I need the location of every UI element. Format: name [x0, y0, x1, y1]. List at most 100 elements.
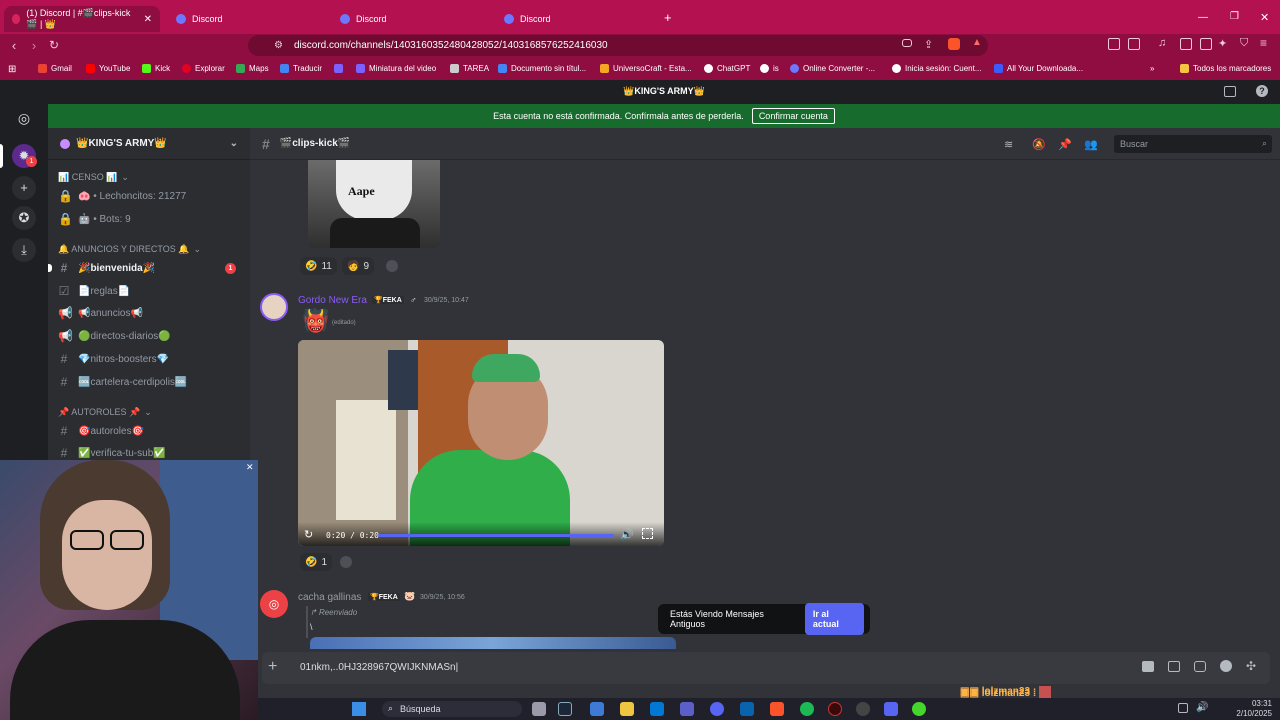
file-explorer-icon[interactable]	[620, 702, 634, 716]
site-info-icon[interactable]: ⚙	[274, 35, 283, 56]
tab-discord-3[interactable]: Discord	[332, 6, 492, 32]
bookmark-documento[interactable]: Documento sin títul...	[498, 64, 586, 73]
channel-autoroles[interactable]: # 🎯autoroles🎯	[58, 421, 242, 441]
brave-taskbar-icon[interactable]	[770, 702, 784, 716]
close-window-button[interactable]: ✕	[1260, 11, 1269, 24]
download-icon[interactable]: ⤓	[12, 238, 36, 262]
pin-icon[interactable]: 📌	[1058, 138, 1072, 151]
search-input[interactable]: Buscar ⌕	[1114, 135, 1272, 153]
bookmark-universocraft[interactable]: UniversoCraft - Esta...	[600, 64, 692, 73]
reaction-face[interactable]: 🧑 9	[342, 257, 375, 275]
threads-icon[interactable]: ≋	[1004, 138, 1016, 151]
bookmark-youtube[interactable]: YouTube	[86, 64, 130, 73]
bookmarks-folder[interactable]: Todos los marcadores	[1180, 64, 1271, 73]
brave-shield-icon[interactable]	[948, 38, 960, 50]
teams-icon[interactable]	[680, 702, 694, 716]
fullscreen-icon[interactable]	[642, 528, 653, 539]
windows-start-icon[interactable]	[352, 702, 366, 716]
bookmark-traducir[interactable]: Traducir	[280, 64, 322, 73]
explore-compass-icon[interactable]: ✪	[12, 206, 36, 230]
confirm-account-button[interactable]: Confirmar cuenta	[751, 108, 835, 124]
sticker-icon[interactable]	[1194, 661, 1206, 672]
bookmark-chatgpt[interactable]: ChatGPT	[704, 64, 750, 73]
channel-directos-diarios[interactable]: 📢 🟢directos-diarios🟢	[58, 326, 242, 346]
reaction-laugh[interactable]: 🤣 11	[300, 257, 337, 275]
extensions-icon[interactable]	[1108, 38, 1120, 50]
discord-home-icon[interactable]: ◎	[12, 106, 36, 130]
category-censo[interactable]: 📊 CENSO 📊 ⌄	[58, 172, 129, 183]
channel-lechoncitos[interactable]: 🔒 🐽 • Lechoncitos: 21277	[58, 186, 242, 206]
chevron-down-icon[interactable]: ⌄	[230, 138, 238, 149]
chrome-icon[interactable]	[856, 702, 870, 716]
reload-icon[interactable]: ↻	[46, 38, 62, 52]
gif-icon[interactable]	[1168, 661, 1180, 672]
clock[interactable]: 03:31 2/10/2025	[1230, 699, 1272, 719]
bookmark-explorar[interactable]: Explorar	[182, 64, 225, 73]
channel-bienvenida[interactable]: # 🎉bienvenida🎉 1	[58, 258, 242, 278]
forwarded-image[interactable]	[310, 637, 676, 649]
bookmark-kick[interactable]: Kick	[142, 64, 170, 73]
vpn-icon[interactable]: ⛉	[1240, 37, 1248, 50]
store-icon[interactable]	[650, 702, 664, 716]
category-anuncios[interactable]: 🔔 ANUNCIOS Y DIRECTOS 🔔 ⌄	[58, 244, 201, 255]
obs-icon[interactable]	[828, 702, 842, 716]
video-player[interactable]: ↻ 0:20 / 0:20 🔊	[298, 340, 664, 546]
share-icon[interactable]: ⇪	[924, 38, 933, 51]
close-tab-icon[interactable]: ✕	[144, 14, 152, 25]
screenshot-icon[interactable]	[1128, 38, 1140, 50]
bookmark-all-your-downloads[interactable]: All Your Downloada...	[994, 64, 1083, 73]
menu-icon[interactable]: ≡	[1260, 36, 1267, 50]
copilot-icon[interactable]	[590, 702, 604, 716]
volume-tray-icon[interactable]: 🔊	[1196, 702, 1208, 713]
replay-icon[interactable]: ↻	[304, 528, 313, 541]
tab-discord-active[interactable]: (1) Discord | #🎬clips-kick🎬 | 👑 ✕	[4, 6, 160, 32]
channel-bots[interactable]: 🔒 🤖 • Bots: 9	[58, 209, 242, 229]
maximize-button[interactable]: ❐	[1230, 11, 1239, 22]
outlook-icon[interactable]	[740, 702, 754, 716]
bookmark-inicia-sesion[interactable]: Inicia sesión: Cuent...	[892, 64, 981, 73]
apps-icon[interactable]: ✣	[1246, 659, 1256, 673]
bookmark-maps[interactable]: Maps	[236, 64, 269, 73]
reaction-laugh[interactable]: 🤣 1	[300, 553, 333, 571]
apps-icon[interactable]: ⊞	[8, 64, 16, 75]
bookmark-tarea[interactable]: TAREA	[450, 64, 489, 73]
jump-to-present-button[interactable]: Ir al actual	[804, 603, 864, 635]
upload-plus-icon[interactable]: +	[268, 658, 277, 676]
active-app-icon[interactable]	[884, 702, 898, 716]
task-view-icon[interactable]	[532, 702, 546, 716]
bookmark-online-converter[interactable]: Online Converter -...	[790, 64, 875, 73]
emoji-icon[interactable]	[1220, 660, 1232, 672]
tab-discord-2[interactable]: Discord	[168, 6, 328, 32]
notifications-muted-icon[interactable]: 🔕	[1032, 138, 1046, 151]
bookmark-miniatura[interactable]: Miniatura del video	[356, 64, 436, 73]
steam-icon[interactable]	[558, 702, 572, 716]
channel-nitros-boosters[interactable]: # 💎nitros-boosters💎	[58, 349, 242, 369]
volume-icon[interactable]: 🔊	[620, 528, 634, 541]
add-server-icon[interactable]: +	[12, 176, 36, 200]
server-header[interactable]: 👑KING'S ARMY👑 ⌄	[48, 128, 250, 160]
url-input[interactable]: ⚙ discord.com/channels/14031603524804280…	[248, 35, 988, 56]
message-author[interactable]: cacha gallinas	[298, 592, 361, 603]
close-icon[interactable]: ✕	[246, 462, 254, 473]
taskbar-search[interactable]: ⌕ Búsqueda	[382, 701, 522, 717]
music-icon[interactable]: ♫	[1158, 37, 1166, 49]
message-author[interactable]: Gordo New Era	[298, 295, 367, 306]
inbox-icon[interactable]	[1224, 86, 1236, 97]
message-input[interactable]: 01nkm,..0HJ328967QWIJKNMASn|	[300, 662, 458, 673]
category-autoroles[interactable]: 📌 AUTOROLES 📌 ⌄	[58, 407, 152, 418]
key-icon[interactable]	[902, 39, 912, 47]
add-reaction-icon[interactable]	[340, 556, 352, 568]
members-icon[interactable]: 👥	[1084, 138, 1098, 151]
razer-icon[interactable]	[912, 702, 926, 716]
add-reaction-icon[interactable]	[386, 260, 398, 272]
video-progress-bar[interactable]	[378, 534, 614, 537]
wallet-icon[interactable]	[1200, 38, 1212, 50]
discord-default-avatar-icon[interactable]: ◎	[260, 590, 288, 618]
channel-cartelera-cerdipolis[interactable]: # 🆒cartelera-cerdipolis🆒	[58, 372, 242, 392]
discord-taskbar-icon[interactable]	[710, 702, 724, 716]
sidebar-icon[interactable]	[1180, 38, 1192, 50]
spotify-icon[interactable]	[800, 702, 814, 716]
channel-anuncios[interactable]: 📢 📢anuncios📢	[58, 303, 242, 323]
minimize-button[interactable]: —	[1198, 12, 1208, 23]
bookmark-placeholder[interactable]	[334, 64, 343, 73]
